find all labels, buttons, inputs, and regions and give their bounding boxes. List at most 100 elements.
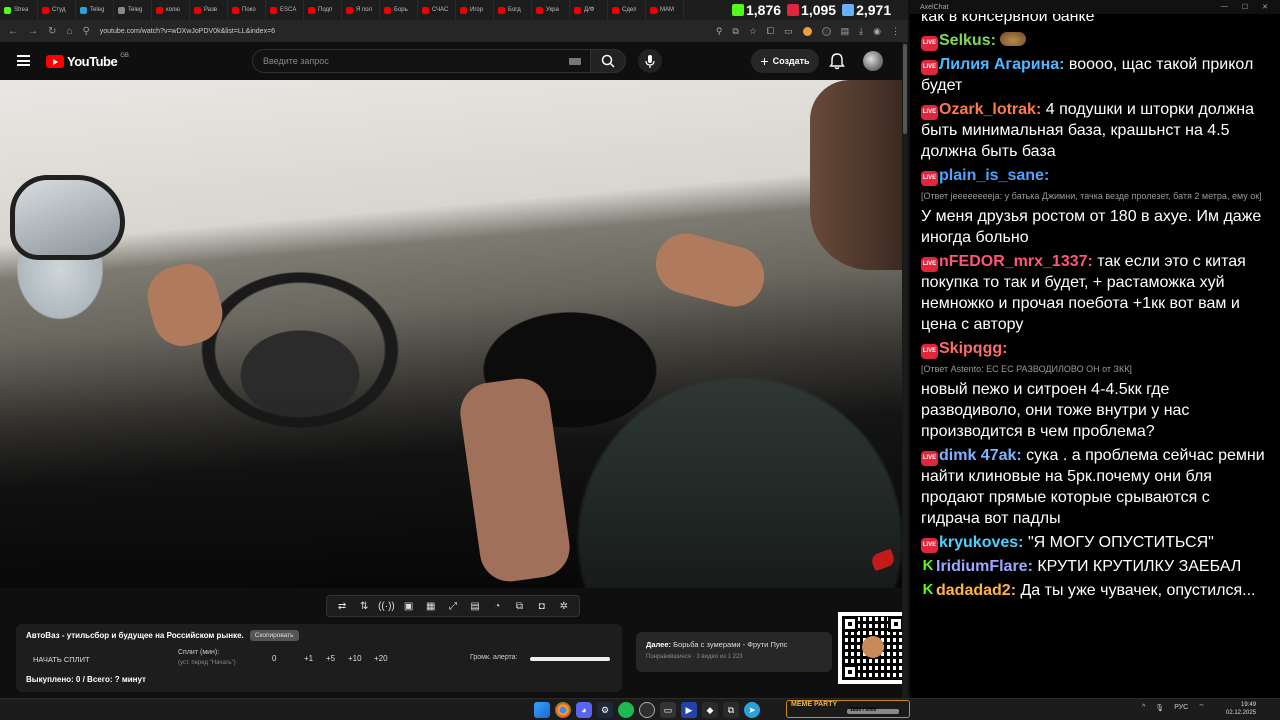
browser-tab[interactable]: Strea — [0, 0, 38, 20]
menu-hamburger-icon[interactable] — [17, 55, 30, 66]
speed-icon[interactable]: ◔ — [490, 600, 504, 612]
browser-tab[interactable]: Разв — [190, 0, 228, 20]
loop-icon[interactable]: ⇄ — [335, 600, 349, 612]
browser-tab[interactable]: Игор — [456, 0, 494, 20]
voice-search-button[interactable] — [638, 49, 662, 73]
tab-label: ESCA — [280, 7, 297, 13]
browser-tab[interactable]: Сдел — [608, 0, 646, 20]
back-icon[interactable]: ← — [8, 26, 18, 37]
profile-icon[interactable]: ◉ — [873, 26, 881, 37]
chrome-icon[interactable] — [555, 702, 571, 718]
settings-gear-icon[interactable]: ✲ — [557, 600, 571, 612]
chat-username[interactable]: IridiumFlare: — [936, 558, 1033, 575]
audio-icon[interactable]: ((·)) — [378, 600, 395, 612]
split-add-10-button[interactable]: +10 — [348, 654, 362, 663]
network-icon[interactable]: ⌔ — [1198, 703, 1205, 712]
alert-volume-slider[interactable] — [530, 657, 610, 661]
browser-tab[interactable]: МАМ — [646, 0, 684, 20]
browser-tab[interactable]: колю — [152, 0, 190, 20]
window-switcher-icon[interactable]: ⧉ — [723, 702, 739, 718]
resize-icon[interactable]: ⤢ — [446, 600, 460, 612]
microphone-tray-icon[interactable]: 🎙 — [1155, 704, 1164, 712]
extensions-icon[interactable]: ⧠ — [767, 26, 774, 37]
watch-later-icon[interactable]: ▣ — [402, 600, 416, 612]
browser-tab[interactable]: ESCA — [266, 0, 304, 20]
browser-tab[interactable]: Борь — [380, 0, 418, 20]
chat-username[interactable]: dimk 47ak: — [939, 447, 1022, 464]
sort-icon[interactable]: ⇅ — [357, 600, 371, 612]
language-indicator[interactable]: РУС — [1174, 704, 1188, 711]
search-input[interactable]: Введите запрос — [252, 49, 592, 73]
counter-value: 1,876 — [746, 2, 782, 18]
picture-in-picture-icon[interactable]: ⧉ — [512, 600, 526, 612]
browser-tab[interactable]: Д/Ф — [570, 0, 608, 20]
chat-username[interactable]: dadadad2: — [936, 582, 1016, 599]
browser-tab[interactable]: Поко — [228, 0, 266, 20]
browser-tab[interactable]: Teleg — [114, 0, 152, 20]
screenshot-icon[interactable]: ◘ — [535, 600, 549, 612]
chat-username[interactable]: plain_is_sane: — [939, 167, 1049, 184]
minimize-icon[interactable]: — — [1221, 3, 1228, 11]
notifications-bell-icon[interactable] — [828, 52, 846, 70]
next-video-card[interactable]: Далее: Борьба с зумерами - Фрути Пупс По… — [636, 632, 832, 672]
browser-tab[interactable]: СЧАС — [418, 0, 456, 20]
split-view-icon[interactable]: ▤ — [841, 26, 850, 37]
steam-icon[interactable]: ⚙ — [597, 702, 613, 718]
extension-orange-icon[interactable] — [802, 26, 812, 36]
video-player[interactable] — [0, 80, 902, 588]
reload-icon[interactable]: ↻ — [48, 26, 56, 37]
windows-start-icon[interactable] — [534, 702, 550, 718]
zoom-icon[interactable]: ⚲ — [716, 26, 723, 37]
search-button[interactable] — [590, 49, 626, 73]
page-scrollbar[interactable] — [902, 42, 908, 698]
forward-icon[interactable]: → — [28, 26, 38, 37]
url-field[interactable]: youtube.com/watch?v=wDXwJoPDV0k&list=LL&… — [100, 28, 275, 35]
chat-username[interactable]: Лилия Агарина: — [939, 56, 1064, 73]
account-avatar[interactable] — [863, 51, 883, 71]
browser-tab[interactable]: Укра — [532, 0, 570, 20]
sidebar-icon[interactable]: ▭ — [784, 26, 793, 37]
chat-username[interactable]: Ozark_lotrak: — [939, 101, 1041, 118]
browser-tab[interactable]: Подп — [304, 0, 342, 20]
media-player-icon[interactable]: ▶ — [681, 702, 697, 718]
copy-button[interactable]: Скопировать — [249, 630, 299, 641]
show-hidden-icons-icon[interactable]: ^ — [1142, 704, 1145, 711]
chat-username[interactable]: kryukoves: — [939, 534, 1024, 551]
split-add-5-button[interactable]: +5 — [326, 654, 335, 663]
browser-tab[interactable]: Я пол — [342, 0, 380, 20]
scrollbar-thumb[interactable] — [903, 44, 907, 134]
browser-tab[interactable]: Богд — [494, 0, 532, 20]
discord-icon[interactable]: ◕ — [576, 702, 592, 718]
install-icon[interactable]: ⧉ — [732, 26, 738, 37]
browser-tab[interactable]: Студ — [38, 0, 76, 20]
download-icon[interactable]: ⤓ — [859, 26, 863, 37]
split-add-20-button[interactable]: +20 — [374, 654, 388, 663]
telegram-icon[interactable]: ➤ — [744, 702, 760, 718]
chat-username[interactable]: nFEDOR_mrx_1337: — [939, 253, 1093, 270]
spotify-icon[interactable] — [618, 702, 634, 718]
home-icon[interactable]: ⌂ — [66, 26, 72, 37]
extension-dark-icon[interactable] — [821, 26, 831, 36]
chat-message: LIVE plain_is_sane: [Ответ jeeeeeeeeja: у… — [921, 165, 1272, 248]
split-value-0[interactable]: 0 — [272, 654, 276, 663]
film-icon[interactable]: ▦ — [424, 600, 438, 612]
chat-username[interactable]: Selkus: — [939, 32, 996, 49]
split-add-1-button[interactable]: +1 — [304, 654, 313, 663]
maximize-icon[interactable]: ☐ — [1242, 3, 1248, 11]
bookmark-star-icon[interactable]: ☆ — [749, 26, 757, 37]
youtube-logo[interactable]: YouTube GB — [46, 53, 129, 69]
meme-party-widget[interactable]: MEME PARTY 1850 / 5000 — [786, 700, 910, 718]
chat-username[interactable]: Skipqgg: — [939, 340, 1007, 357]
app-icon[interactable]: ▭ — [660, 702, 676, 718]
browser-tab[interactable]: Teleg — [76, 0, 114, 20]
site-info-icon[interactable]: ⚲ — [82, 26, 89, 37]
keyboard-icon[interactable] — [569, 57, 581, 65]
frames-icon[interactable]: ▤ — [468, 600, 482, 612]
start-split-button[interactable]: НАЧАТЬ СПЛИТ — [33, 655, 90, 664]
menu-dots-icon[interactable]: ⋮ — [891, 26, 900, 37]
create-button[interactable]: + Создать — [751, 49, 819, 73]
app2-icon[interactable]: ◆ — [702, 702, 718, 718]
obs-icon[interactable] — [639, 702, 655, 718]
clock[interactable]: 19:49 02.12.2025 — [1226, 701, 1256, 717]
close-icon[interactable]: ✕ — [1262, 3, 1268, 11]
